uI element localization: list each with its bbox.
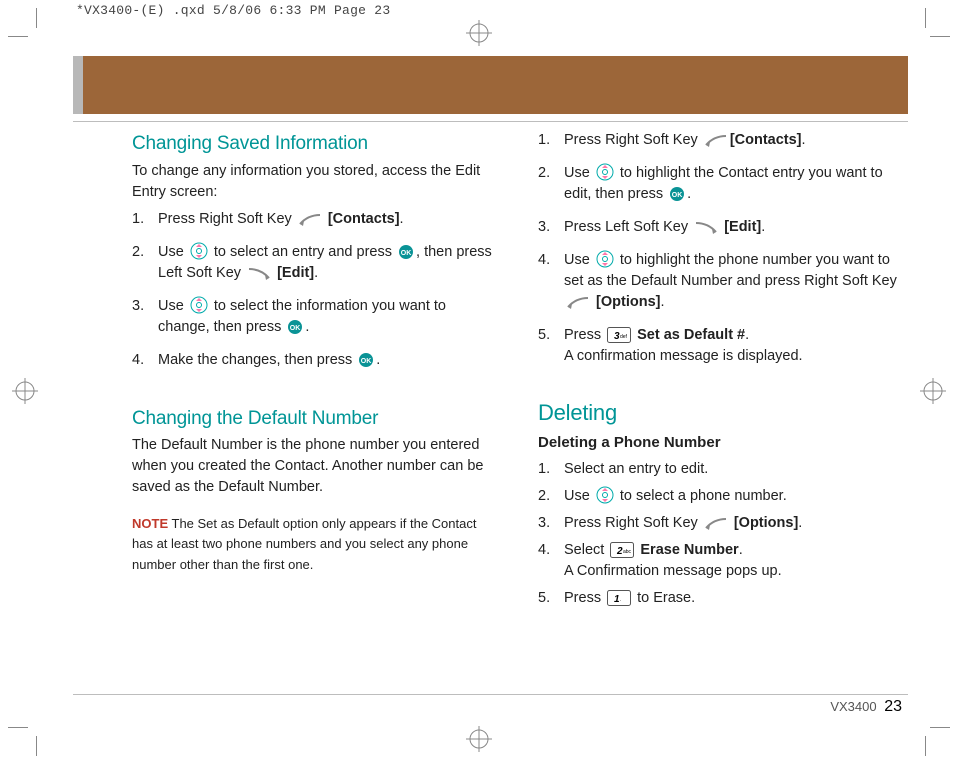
key2-icon: 2abc [610,542,634,558]
svg-text:OK: OK [672,192,683,199]
softright-icon [566,296,590,310]
top-rule [73,121,908,122]
bottom-rule [73,694,908,695]
svg-text:abc: abc [623,549,632,555]
crop-mark-icon [925,8,926,28]
page-footer: VX3400 23 [830,698,902,716]
registration-mark-icon [466,726,492,752]
default-number-text: The Default Number is the phone number y… [132,435,496,498]
bold-label: [Options] [596,294,660,310]
registration-mark-icon [12,378,38,404]
steps-deleting: Select an entry to edit.Use to select a … [538,459,902,615]
svg-text:OK: OK [401,250,412,257]
bold-label: [Edit] [277,265,314,281]
registration-mark-icon [466,20,492,46]
svg-text:.: . [620,597,621,603]
list-item: Use to highlight the Contact entry you w… [538,163,902,217]
crop-mark-icon [925,736,926,756]
ok-icon: OK [287,319,303,335]
list-item: Press Right Soft Key [Options]. [538,513,902,540]
bold-label: Erase Number [640,542,738,558]
bold-label: [Options] [734,515,798,531]
note-label: NOTE [132,516,168,531]
list-item: Use to select the information you want t… [132,296,496,350]
bold-label: [Edit] [724,219,761,235]
right-column: Press Right Soft Key [Contacts].Use to h… [538,130,902,684]
crop-mark-icon [8,36,28,37]
ok-icon: OK [669,186,685,202]
heading-changing-saved: Changing Saved Information [132,130,496,158]
svg-text:OK: OK [361,358,372,365]
crop-mark-icon [36,736,37,756]
list-item: Use to select a phone number. [538,486,902,513]
svg-text:2: 2 [616,546,623,557]
nav-icon [190,296,208,314]
softleft-icon [247,267,271,281]
key3-icon: 3def [607,327,631,343]
softright-icon [298,213,322,227]
content-area: Changing Saved Information To change any… [132,130,902,684]
list-item: Press Right Soft Key [Contacts]. [538,130,902,163]
bold-label: [Contacts] [730,132,802,148]
file-slug: *VX3400-(E) .qxd 5/8/06 6:33 PM Page 23 [76,3,390,18]
steps-default-number: Press Right Soft Key [Contacts].Use to h… [538,130,902,379]
list-item: Press Right Soft Key [Contacts]. [132,209,496,242]
crop-mark-icon [8,727,28,728]
crop-mark-icon [930,36,950,37]
header-band [83,56,908,114]
svg-text:OK: OK [290,325,301,332]
svg-text:def: def [620,334,628,340]
intro-text: To change any information you stored, ac… [132,161,496,203]
page-sheet: *VX3400-(E) .qxd 5/8/06 6:33 PM Page 23 … [0,0,954,764]
crop-mark-icon [930,727,950,728]
heading-default-number: Changing the Default Number [132,405,496,433]
nav-icon [596,486,614,504]
nav-icon [190,242,208,260]
ok-icon: OK [358,352,374,368]
list-item: Use to highlight the phone number you wa… [538,250,902,325]
subheading-deleting-phone: Deleting a Phone Number [538,432,902,454]
note-text: NOTE The Set as Default option only appe… [132,514,496,574]
list-item: Press 3def Set as Default #.A confirmati… [538,325,902,379]
nav-icon [596,163,614,181]
heading-deleting: Deleting [538,397,902,429]
softright-icon [704,134,728,148]
key1-icon: 1. [607,590,631,606]
left-column: Changing Saved Information To change any… [132,130,496,684]
list-item: Press Left Soft Key [Edit]. [538,217,902,250]
list-item: Select 2abc Erase Number.A Confirmation … [538,540,902,588]
model-label: VX3400 [830,699,876,714]
bold-label: Set as Default # [637,327,745,343]
list-item: Press 1. to Erase. [538,588,902,615]
list-item: Use to select an entry and press OK, the… [132,242,496,296]
steps-changing-saved: Press Right Soft Key [Contacts].Use to s… [132,209,496,383]
softright-icon [704,517,728,531]
nav-icon [596,250,614,268]
crop-mark-icon [36,8,37,28]
softleft-icon [694,221,718,235]
ok-icon: OK [398,244,414,260]
list-item: Make the changes, then press OK. [132,350,496,383]
page-number: 23 [884,698,902,715]
left-accent-bar [73,56,83,114]
registration-mark-icon [920,378,946,404]
list-item: Select an entry to edit. [538,459,902,486]
bold-label: [Contacts] [328,211,400,227]
